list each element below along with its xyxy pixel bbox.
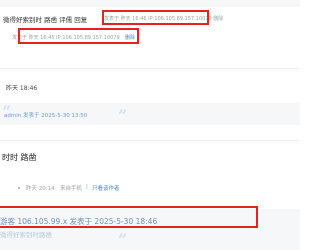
meta-bullet-icon: [18, 187, 20, 189]
quote-author: admin 发表于 2025-5-30 13:50: [4, 113, 88, 119]
highlight-box: [0, 206, 258, 228]
quote-close-icon: ”: [118, 230, 128, 249]
post-time: 昨天 18:46: [6, 85, 38, 92]
divider: [0, 68, 300, 69]
quote-faded-text: 微得好索别时路凿: [0, 231, 52, 239]
highlight-box: [18, 28, 139, 44]
reply-text: 微得好索别时 路凿 评儒 回复: [3, 16, 88, 24]
post-title: 时时 路凿: [2, 153, 37, 162]
post-source: 来自手机: [60, 186, 83, 192]
divider: [0, 140, 300, 141]
quote-close-icon: ”: [118, 106, 128, 125]
post-time: 昨天 20:14: [26, 186, 55, 192]
only-author-link[interactable]: 只看该作者: [92, 184, 120, 192]
top-strip: [0, 0, 300, 7]
highlight-box: [102, 10, 209, 25]
meta-separator: |: [86, 184, 88, 190]
